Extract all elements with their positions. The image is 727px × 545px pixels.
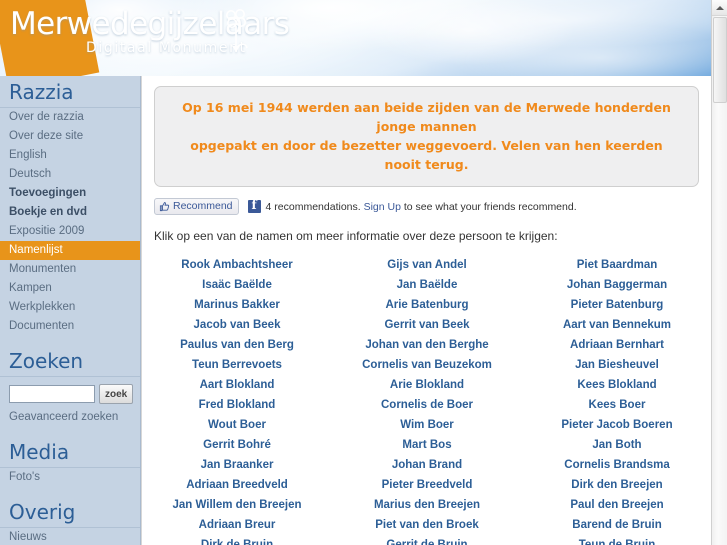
- name-link[interactable]: Marinus Bakker: [194, 295, 280, 315]
- name-link[interactable]: Johan van den Berghe: [365, 335, 488, 355]
- sidebar-heading-zoeken: Zoeken: [0, 345, 140, 377]
- sidebar-item-werkplekken[interactable]: Werkplekken: [0, 298, 140, 317]
- sign-up-link[interactable]: Sign Up: [364, 201, 401, 213]
- sidebar-item-monumenten[interactable]: Monumenten: [0, 260, 140, 279]
- notice-box: Op 16 mei 1944 werden aan beide zijden v…: [154, 86, 699, 187]
- vertical-scrollbar[interactable]: [711, 0, 727, 545]
- name-link[interactable]: Isaäc Baëlde: [202, 275, 272, 295]
- notice-text: Op 16 mei 1944 werden aan beide zijden v…: [177, 98, 676, 174]
- sidebar-item-nieuws[interactable]: Nieuws: [0, 528, 140, 545]
- name-link[interactable]: Piet Baardman: [577, 255, 658, 275]
- notice-line-2: opgepakt en door de bezetter weggevoerd.…: [190, 138, 663, 172]
- name-link[interactable]: Jan Biesheuvel: [575, 355, 659, 375]
- name-link[interactable]: Adriaan Breur: [199, 515, 276, 535]
- name-link[interactable]: Kees Blokland: [577, 375, 656, 395]
- sidebar-item-namenlijst[interactable]: Namenlijst: [0, 241, 140, 260]
- name-link[interactable]: Barend de Bruin: [572, 515, 661, 535]
- name-link[interactable]: Wout Boer: [208, 415, 266, 435]
- main-content: Op 16 mei 1944 werden aan beide zijden v…: [141, 76, 711, 545]
- thumbs-up-icon: [159, 201, 170, 211]
- facebook-social-bar: Recommend 4 recommendations. Sign Up to …: [154, 198, 711, 215]
- name-link[interactable]: Teun Berrevoets: [192, 355, 282, 375]
- names-column-2: Gijs van Andel Jan Baëlde Arie Batenburg…: [332, 255, 522, 545]
- instruction-text: Klik op een van de namen om meer informa…: [154, 229, 558, 243]
- name-link[interactable]: Adriaan Bernhart: [570, 335, 664, 355]
- name-link[interactable]: Arie Batenburg: [385, 295, 468, 315]
- recommendation-count: 4 recommendations.: [265, 200, 361, 213]
- flower-icon: [226, 9, 248, 52]
- name-link[interactable]: Teun de Bruin: [579, 535, 655, 545]
- name-link[interactable]: Gerrit de Bruin: [386, 535, 467, 545]
- name-link[interactable]: Jan Willem den Breejen: [173, 495, 302, 515]
- site-header: Merwedegijzelaars Digitaal Monument: [0, 0, 711, 76]
- recommend-label: Recommend: [173, 200, 233, 212]
- sidebar-item-boekje-en-dvd[interactable]: Boekje en dvd: [0, 203, 140, 222]
- sidebar-item-expositie-2009[interactable]: Expositie 2009: [0, 222, 140, 241]
- name-link[interactable]: Aart van Bennekum: [563, 315, 671, 335]
- notice-line-1: Op 16 mei 1944 werden aan beide zijden v…: [182, 100, 671, 134]
- search-row: zoek: [0, 377, 140, 406]
- name-link[interactable]: Johan Brand: [392, 455, 462, 475]
- name-link[interactable]: Piet van den Broek: [375, 515, 479, 535]
- recommendation-tail: to see what your friends recommend.: [403, 200, 577, 213]
- sidebar-item-deutsch[interactable]: Deutsch: [0, 165, 140, 184]
- name-link[interactable]: Jacob van Beek: [194, 315, 281, 335]
- name-link[interactable]: Adriaan Breedveld: [186, 475, 288, 495]
- name-link[interactable]: Mart Bos: [402, 435, 451, 455]
- name-link[interactable]: Paulus van den Berg: [180, 335, 294, 355]
- name-link[interactable]: Gerrit Bohré: [203, 435, 271, 455]
- name-link[interactable]: Gerrit van Beek: [384, 315, 469, 335]
- name-link[interactable]: Aart Blokland: [200, 375, 275, 395]
- sidebar-item-over-deze-site[interactable]: Over deze site: [0, 127, 140, 146]
- name-link[interactable]: Marius den Breejen: [374, 495, 480, 515]
- sidebar-item-toevoegingen[interactable]: Toevoegingen: [0, 184, 140, 203]
- advanced-search-link[interactable]: Geavanceerd zoeken: [0, 406, 140, 427]
- name-link[interactable]: Jan Baëlde: [397, 275, 458, 295]
- sidebar-item-kampen[interactable]: Kampen: [0, 279, 140, 298]
- name-link[interactable]: Paul den Breejen: [570, 495, 663, 515]
- search-submit-button[interactable]: zoek: [99, 384, 134, 404]
- name-link[interactable]: Cornelis van Beuzekom: [362, 355, 492, 375]
- scroll-up-button[interactable]: [712, 0, 727, 16]
- name-link[interactable]: Pieter Batenburg: [571, 295, 664, 315]
- names-column-1: Rook Ambachtsheer Isaäc Baëlde Marinus B…: [142, 255, 332, 545]
- sidebar-heading-razzia: Razzia: [0, 76, 140, 108]
- name-link[interactable]: Wim Boer: [400, 415, 454, 435]
- page-root: Merwedegijzelaars Digitaal Monument Razz…: [0, 0, 727, 545]
- names-list: Rook Ambachtsheer Isaäc Baëlde Marinus B…: [142, 255, 711, 545]
- name-link[interactable]: Dirk den Breejen: [571, 475, 662, 495]
- name-link[interactable]: Fred Blokland: [199, 395, 276, 415]
- sidebar-item-over-de-razzia[interactable]: Over de razzia: [0, 108, 140, 127]
- facebook-icon: [247, 198, 261, 213]
- name-link[interactable]: Pieter Breedveld: [382, 475, 473, 495]
- sidebar-item-fotos[interactable]: Foto's: [0, 468, 140, 487]
- sidebar-item-english[interactable]: English: [0, 146, 140, 165]
- name-link[interactable]: Kees Boer: [589, 395, 646, 415]
- name-link[interactable]: Jan Both: [592, 435, 641, 455]
- name-link[interactable]: Rook Ambachtsheer: [181, 255, 292, 275]
- search-input[interactable]: [9, 385, 95, 403]
- name-link[interactable]: Jan Braanker: [201, 455, 274, 475]
- name-link[interactable]: Cornelis Brandsma: [564, 455, 669, 475]
- site-logo[interactable]: Merwedegijzelaars Digitaal Monument: [8, 4, 290, 60]
- sidebar-heading-media: Media: [0, 436, 140, 468]
- sidebar: Razzia Over de razzia Over deze site Eng…: [0, 76, 141, 545]
- facebook-recommend-button[interactable]: Recommend: [154, 198, 239, 215]
- name-link[interactable]: Pieter Jacob Boeren: [561, 415, 672, 435]
- name-link[interactable]: Johan Baggerman: [567, 275, 667, 295]
- recommendation-status-text: 4 recommendations. Sign Up to see what y…: [266, 201, 577, 213]
- scrollbar-thumb[interactable]: [713, 17, 727, 103]
- name-link[interactable]: Dirk de Bruin: [201, 535, 273, 545]
- name-link[interactable]: Cornelis de Boer: [381, 395, 473, 415]
- sidebar-item-documenten[interactable]: Documenten: [0, 317, 140, 336]
- name-link[interactable]: Gijs van Andel: [387, 255, 466, 275]
- names-column-3: Piet Baardman Johan Baggerman Pieter Bat…: [522, 255, 711, 545]
- sidebar-heading-overig: Overig: [0, 496, 140, 528]
- name-link[interactable]: Arie Blokland: [390, 375, 464, 395]
- sidebar-item-label: Namenlijst: [9, 244, 63, 256]
